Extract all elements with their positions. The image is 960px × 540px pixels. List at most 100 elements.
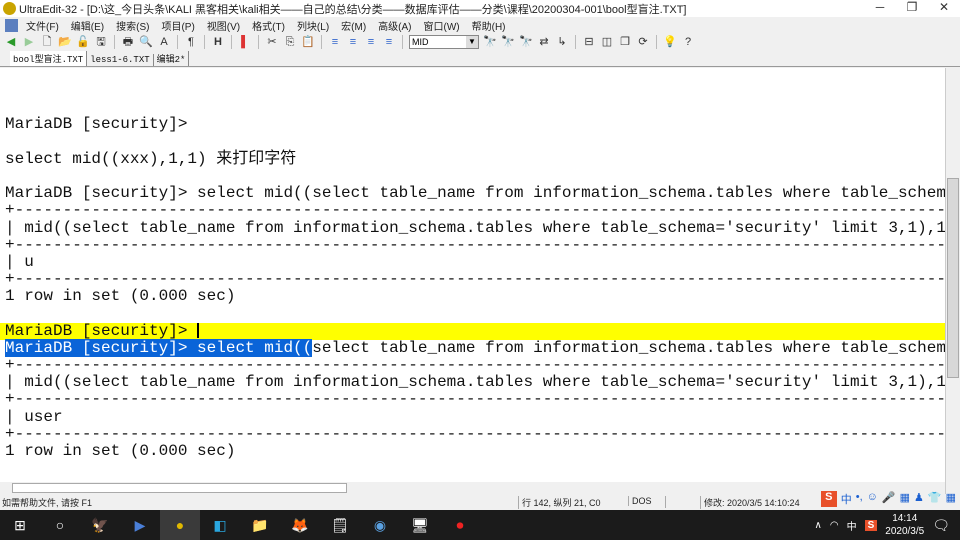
align-right-icon[interactable]: ≡: [364, 35, 378, 49]
goto-icon[interactable]: ↳: [555, 35, 569, 49]
menu-item[interactable]: 编辑(E): [71, 18, 104, 33]
editor-line[interactable]: +---------------------------------------…: [0, 356, 945, 374]
back-icon[interactable]: ◀: [4, 35, 18, 49]
ime-item[interactable]: ▦: [900, 491, 910, 507]
tab-edit2[interactable]: 编辑2*: [154, 51, 190, 66]
editor-line[interactable]: [0, 460, 945, 477]
ime-item[interactable]: ▦: [946, 491, 956, 507]
find-next-icon[interactable]: 🔭: [501, 35, 515, 49]
chevron-down-icon[interactable]: ▼: [466, 36, 478, 48]
editor-line[interactable]: [0, 168, 945, 185]
editor-line[interactable]: | mid((select table_name from informatio…: [0, 219, 945, 237]
cut-icon[interactable]: ✂: [265, 35, 279, 49]
start-icon[interactable]: ⊞: [0, 510, 40, 540]
editor-line[interactable]: 1 row in set (0.000 sec): [0, 288, 945, 305]
ime-item[interactable]: •,: [856, 491, 863, 507]
computer-icon[interactable]: 🖥: [400, 510, 440, 540]
paste-icon[interactable]: 📋: [301, 35, 315, 49]
ime-item[interactable]: ♟: [914, 491, 924, 507]
font-icon[interactable]: A: [157, 35, 171, 49]
split-vertical-icon[interactable]: ◫: [600, 35, 614, 49]
align-center-icon[interactable]: ≡: [346, 35, 360, 49]
scroll-thumb[interactable]: [12, 483, 347, 493]
menu-item[interactable]: 列块(L): [297, 18, 329, 33]
tray-chevron-icon[interactable]: ∧: [815, 520, 822, 531]
scroll-thumb[interactable]: [947, 178, 959, 378]
save-icon[interactable]: 🖫: [94, 35, 108, 49]
tip-icon[interactable]: 💡: [663, 35, 677, 49]
close-file-icon[interactable]: 🔓: [76, 35, 90, 49]
notepad-icon[interactable]: 🗒: [320, 510, 360, 540]
column-mode-icon[interactable]: ▌: [238, 35, 252, 49]
justify-icon[interactable]: ≡: [382, 35, 396, 49]
ftp-icon[interactable]: ⟳: [636, 35, 650, 49]
vertical-scrollbar[interactable]: [945, 68, 960, 494]
editor-line[interactable]: | mid((select table_name from informatio…: [0, 373, 945, 391]
tray-ime[interactable]: 中: [847, 518, 857, 533]
editor-line[interactable]: +---------------------------------------…: [0, 270, 945, 288]
ime-item[interactable]: 中: [841, 491, 852, 507]
menu-item[interactable]: 搜索(S): [116, 18, 149, 33]
editor-line[interactable]: +---------------------------------------…: [0, 202, 945, 219]
menu-item[interactable]: 视图(V): [207, 18, 240, 33]
vm-icon[interactable]: ◧: [200, 510, 240, 540]
editor-line[interactable]: +---------------------------------------…: [0, 425, 945, 443]
find-icon[interactable]: 🔭: [483, 35, 497, 49]
wifi-icon[interactable]: ◠: [830, 520, 839, 531]
document-icon[interactable]: [5, 18, 18, 32]
search-icon[interactable]: ○: [40, 510, 80, 540]
close-button[interactable]: ✕: [928, 0, 960, 14]
horizontal-scrollbar[interactable]: [0, 482, 945, 494]
editor-line[interactable]: MariaDB [security]>: [0, 322, 945, 340]
sogou-icon[interactable]: S: [864, 519, 878, 531]
find-prev-icon[interactable]: 🔭: [519, 35, 533, 49]
ime-item[interactable]: 🎤: [882, 491, 896, 507]
tab-bool[interactable]: bool型盲注.TXT: [10, 51, 88, 66]
search-combo[interactable]: MID ▼: [409, 35, 479, 49]
app-icon[interactable]: 🦅: [80, 510, 120, 540]
editor-line[interactable]: +---------------------------------------…: [0, 236, 945, 254]
ime-item[interactable]: 👕: [928, 491, 942, 507]
wordwrap-icon[interactable]: ¶: [184, 35, 198, 49]
editor-line[interactable]: [0, 305, 945, 322]
powershell-icon[interactable]: ▶: [120, 510, 160, 540]
editor-line[interactable]: MariaDB [security]> select mid((select t…: [0, 184, 945, 202]
open-icon[interactable]: 📂: [58, 35, 72, 49]
notification-icon[interactable]: 🗨: [932, 517, 950, 534]
print-preview-icon[interactable]: 🔍: [139, 35, 153, 49]
firefox-icon[interactable]: 🦊: [280, 510, 320, 540]
forward-icon[interactable]: ▶: [22, 35, 36, 49]
replace-icon[interactable]: ⇄: [537, 35, 551, 49]
ultraedit-icon[interactable]: ●: [160, 510, 200, 540]
menu-item[interactable]: 宏(M): [341, 18, 366, 33]
editor-line[interactable]: +---------------------------------------…: [0, 391, 945, 408]
editor-line[interactable]: MariaDB [security]>: [0, 116, 945, 133]
hex-icon[interactable]: H: [211, 35, 225, 49]
menu-item[interactable]: 帮助(H): [472, 18, 506, 33]
ime-item[interactable]: ☺: [867, 491, 878, 507]
editor-line[interactable]: | u: [0, 253, 945, 271]
minimize-button[interactable]: ─: [864, 0, 896, 14]
menu-item[interactable]: 项目(P): [161, 18, 194, 33]
align-left-icon[interactable]: ≡: [328, 35, 342, 49]
editor-line[interactable]: [0, 134, 945, 151]
ime-item[interactable]: S: [820, 491, 837, 507]
restore-button[interactable]: ❐: [896, 0, 928, 14]
editor-line[interactable]: select mid((xxx),1,1) 来打印字符: [0, 150, 945, 168]
editor-line[interactable]: | user: [0, 408, 945, 426]
menu-item[interactable]: 格式(T): [252, 18, 285, 33]
qbittorrent-icon[interactable]: ◉: [360, 510, 400, 540]
editor-line[interactable]: MariaDB [security]> select mid((select t…: [0, 338, 945, 357]
menu-item[interactable]: 高级(A): [378, 18, 411, 33]
text-editor[interactable]: MariaDB [security]> select mid((xxx),1,1)…: [0, 68, 945, 482]
context-help-icon[interactable]: ?: [681, 35, 695, 49]
tab-less1-6[interactable]: less1-6.TXT: [87, 54, 154, 66]
editor-line[interactable]: 1 row in set (0.000 sec): [0, 442, 945, 460]
split-horizontal-icon[interactable]: ⊟: [582, 35, 596, 49]
cascade-icon[interactable]: ❐: [618, 35, 632, 49]
file-explorer-icon[interactable]: 📁: [240, 510, 280, 540]
record-icon[interactable]: ⏺: [440, 510, 480, 540]
menu-item[interactable]: 文件(F): [26, 18, 59, 33]
editor-line[interactable]: [0, 82, 945, 99]
new-file-icon[interactable]: 🗋: [40, 35, 54, 49]
